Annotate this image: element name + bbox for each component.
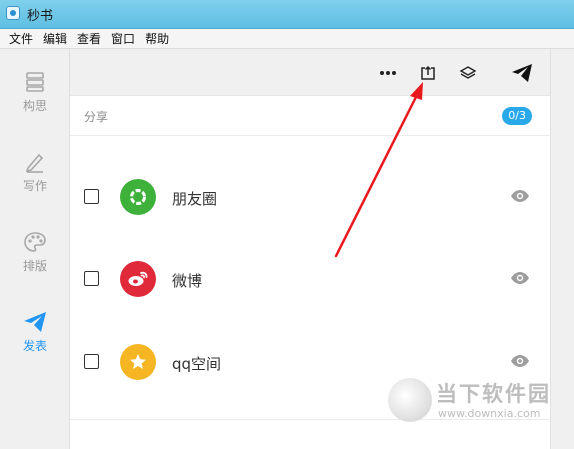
- moments-icon: [120, 179, 156, 215]
- layers-icon: [459, 66, 477, 79]
- menu-help[interactable]: 帮助: [145, 30, 169, 47]
- weibo-icon: [120, 261, 156, 297]
- more-icon: [380, 71, 396, 75]
- sidebar-item-label: 发表: [22, 339, 47, 353]
- watermark-url: www.downxia.com: [438, 407, 541, 420]
- platform-name: 朋友圈: [172, 190, 218, 208]
- sidebar-item-label: 构思: [22, 99, 47, 113]
- sidebar-item-label: 写作: [22, 179, 47, 193]
- paper-plane-icon: [24, 312, 46, 332]
- menu-edit[interactable]: 编辑: [43, 30, 67, 47]
- share-row-moments[interactable]: 朋友圈: [70, 167, 550, 227]
- sidebar: 构思 写作 排版 发表: [0, 49, 70, 449]
- layers-button[interactable]: [456, 61, 480, 85]
- export-button[interactable]: [416, 61, 440, 85]
- eye-icon[interactable]: [510, 188, 530, 204]
- pen-icon: [25, 153, 44, 173]
- window-title: 秒书: [27, 9, 54, 24]
- watermark-logo-icon: [388, 378, 432, 422]
- sidebar-item-outline[interactable]: 构思: [0, 71, 70, 131]
- platform-name: qq空间: [172, 355, 222, 373]
- share-checkbox[interactable]: [84, 271, 99, 286]
- menu-file[interactable]: 文件: [9, 30, 33, 47]
- watermark-text: 当下软件园: [436, 382, 551, 406]
- sidebar-item-write[interactable]: 写作: [0, 151, 70, 211]
- app-logo-icon: [6, 6, 20, 20]
- eye-icon[interactable]: [510, 353, 530, 369]
- title-bar: 秒书: [0, 0, 574, 29]
- menu-window[interactable]: 窗口: [111, 30, 135, 47]
- qzone-star-icon: [120, 344, 156, 380]
- share-header: 分享 0/3: [70, 96, 550, 136]
- send-icon: [512, 64, 532, 82]
- export-icon: [421, 65, 435, 80]
- outline-icon: [26, 72, 44, 92]
- sidebar-item-layout[interactable]: 排版: [0, 231, 70, 291]
- platform-name: 微博: [172, 272, 203, 290]
- sidebar-item-publish[interactable]: 发表: [0, 311, 70, 371]
- watermark: 当下软件园 www.downxia.com: [388, 376, 568, 432]
- send-button[interactable]: [510, 61, 534, 85]
- share-row-weibo[interactable]: 微博: [70, 249, 550, 309]
- more-button[interactable]: [376, 61, 400, 85]
- palette-icon: [24, 232, 46, 252]
- toolbar: [70, 49, 550, 96]
- share-checkbox[interactable]: [84, 189, 99, 204]
- menu-view[interactable]: 查看: [77, 30, 101, 47]
- eye-icon[interactable]: [510, 270, 530, 286]
- menu-bar: 文件 编辑 查看 窗口 帮助: [0, 29, 574, 49]
- share-count-badge: 0/3: [502, 107, 532, 125]
- share-title: 分享: [84, 110, 109, 124]
- share-checkbox[interactable]: [84, 354, 99, 369]
- sidebar-item-label: 排版: [22, 259, 47, 273]
